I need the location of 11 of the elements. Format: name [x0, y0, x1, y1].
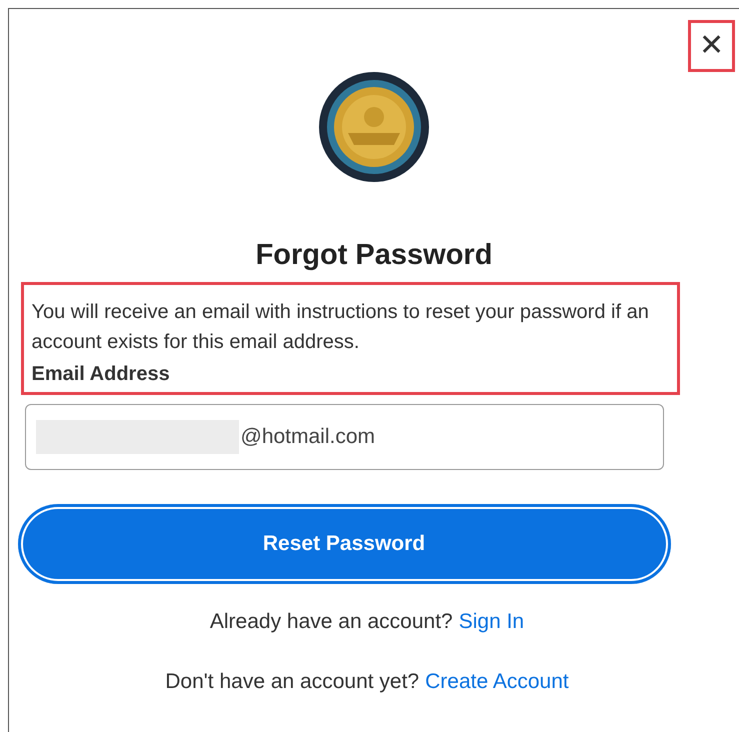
email-field[interactable]: @hotmail.com [24, 404, 664, 470]
create-account-link[interactable]: Create Account [425, 670, 569, 694]
prompt-text: Already have an account? [210, 610, 453, 634]
instructions-text: You will receive an email with instructions to reset your password if an account exists for this email address. [32, 300, 650, 355]
sign-in-link[interactable]: Sign In [458, 610, 524, 634]
close-button[interactable]: ✕ [699, 31, 724, 61]
email-label: Email Address [32, 363, 171, 386]
reset-password-button[interactable]: Reset Password [18, 504, 670, 584]
dialog-title: Forgot Password [256, 239, 492, 272]
seal-icon [318, 71, 430, 183]
prompt-text: Don't have an account yet? [165, 670, 420, 694]
